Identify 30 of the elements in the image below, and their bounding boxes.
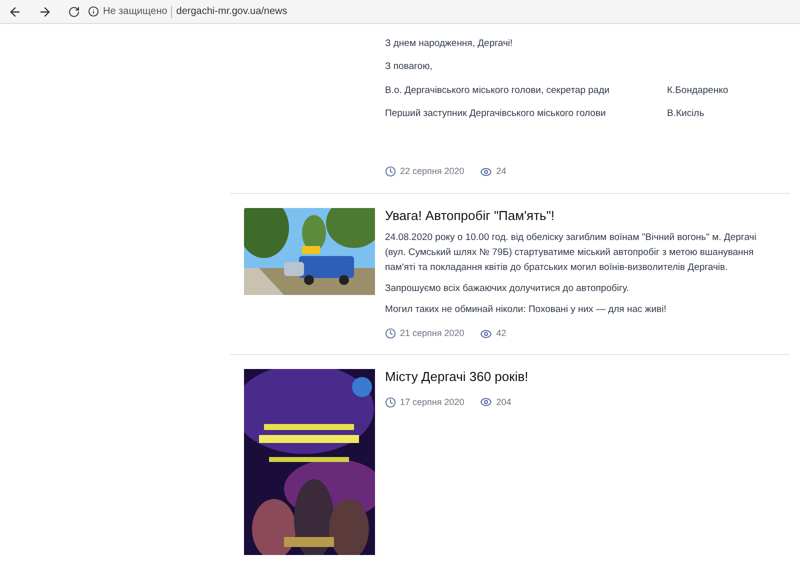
clock-icon — [385, 396, 396, 408]
eye-icon — [480, 328, 492, 340]
eye-icon — [480, 396, 492, 408]
info-icon — [88, 6, 99, 17]
news-title[interactable]: Місту Дергачі 360 років! — [385, 369, 528, 386]
signature-position: В.о. Дергачівського міського голови, секретар ради — [385, 84, 611, 98]
view-count: 24 — [496, 165, 506, 178]
address-bar[interactable]: Не защищено dergachi-mr.gov.ua/news — [88, 4, 288, 19]
news-paragraph: 24.08.2020 року о 10.00 год. від обеліску загиблим воїнам "Вічний вогонь" м. Дергачі (вул. Сумський шлях № 79Б) стартуватиме міський автопробіг з метою вшанування пам'яті та покладання квітів до братських могил воїнів-визволителів Дергачів. — [385, 230, 758, 275]
forward-icon[interactable] — [38, 4, 52, 18]
url-text: dergachi-mr.gov.ua/news — [176, 5, 288, 19]
post-date: 22 серпня 2020 — [400, 165, 464, 178]
view-count: 42 — [496, 326, 506, 340]
news-paragraph: Могил таких не обминай ніколи: Поховані у них — для нас живі! — [385, 302, 668, 317]
clock-icon — [385, 166, 396, 178]
article-paragraph: З повагою, — [385, 60, 434, 74]
clock-icon — [385, 328, 396, 339]
signature-name: К.Бондаренко — [667, 84, 728, 98]
news-title[interactable]: Увага! Автопробіг "Пам'ять"! — [385, 208, 775, 224]
news-paragraph: Запрошуємо всіх бажаючих долучитися до автопробігу. — [385, 282, 630, 296]
post-date: 21 серпня 2020 — [400, 326, 464, 340]
view-count: 204 — [496, 396, 512, 408]
signature-name: В.Кисіль — [667, 106, 704, 121]
post-date: 17 серпня 2020 — [400, 396, 464, 409]
signature-position: Перший заступник Дергачівського міського голови — [385, 106, 607, 121]
eye-icon — [480, 166, 492, 178]
security-label: Не защищено — [103, 5, 168, 19]
reload-icon[interactable] — [68, 6, 80, 18]
article-paragraph: З днем народження, Дергачі! — [385, 37, 514, 51]
back-icon[interactable] — [8, 4, 22, 18]
